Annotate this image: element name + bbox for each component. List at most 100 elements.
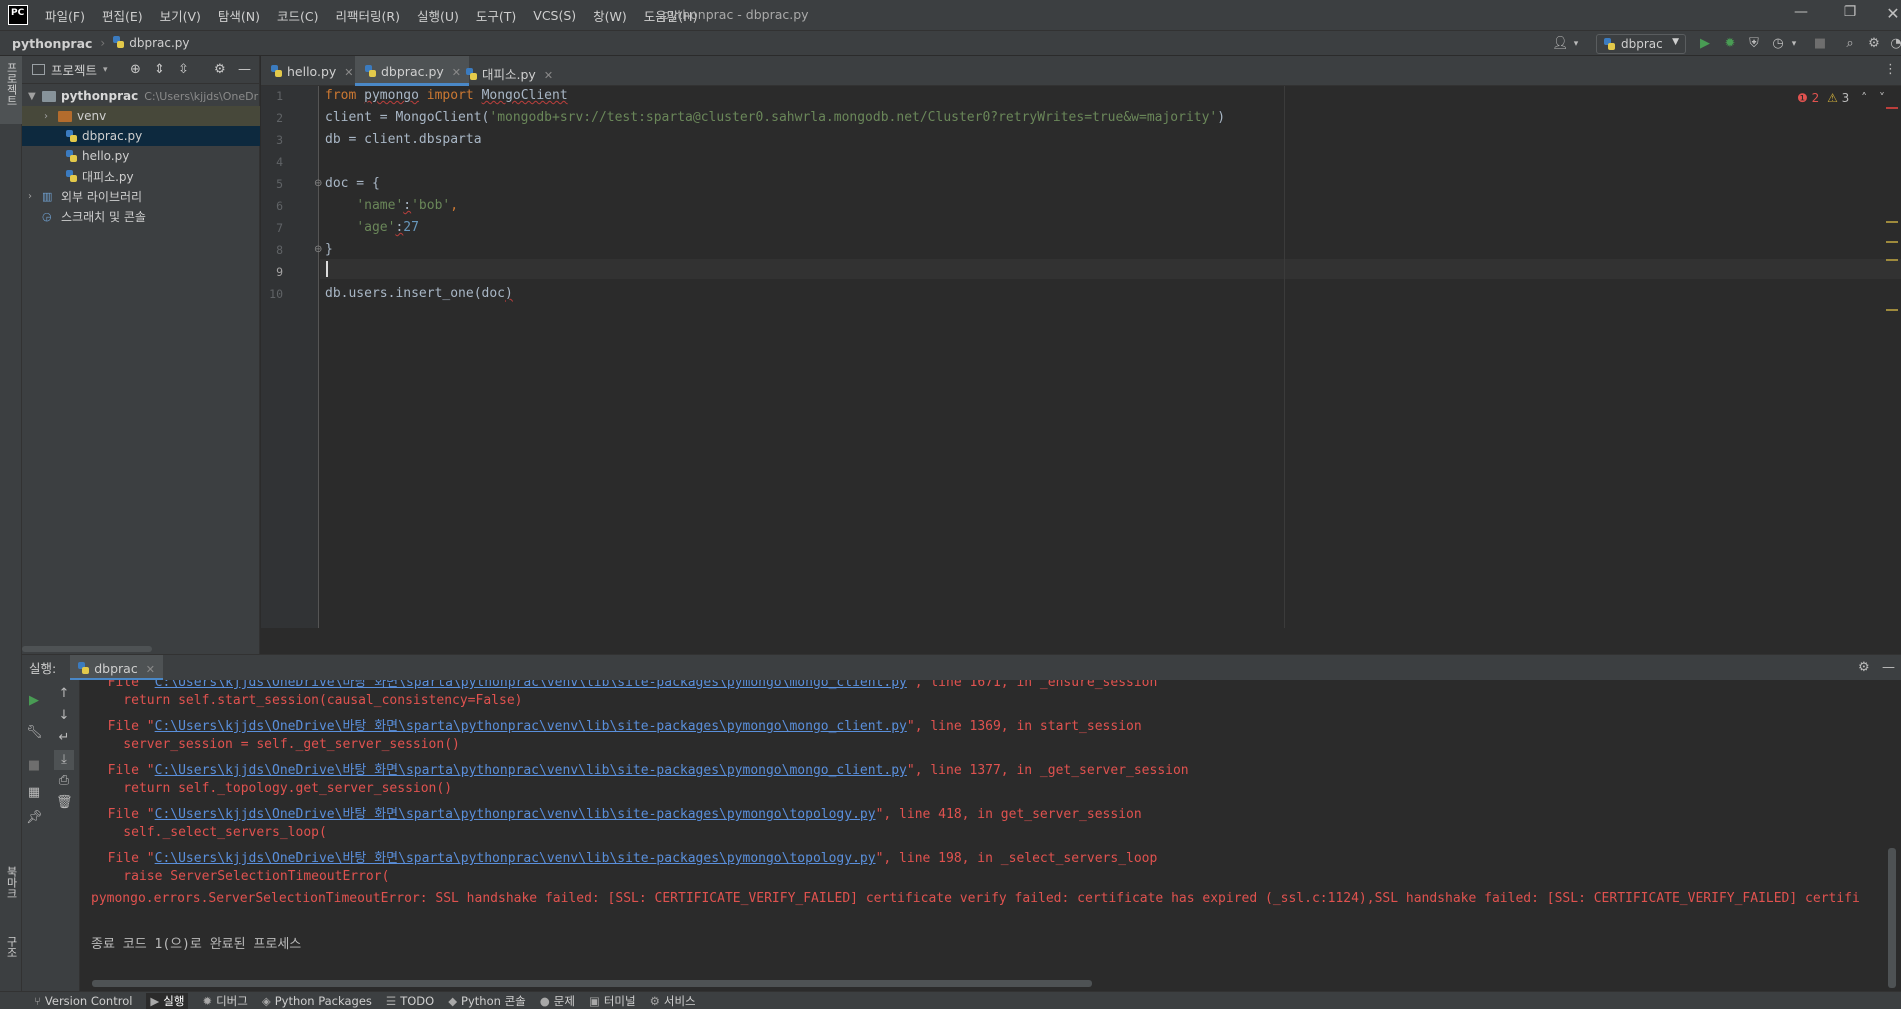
up-arrow-icon[interactable]: ↑ <box>56 686 72 702</box>
console-file-link[interactable]: C:\Users\kjjds\OneDrive\바탕 화면\sparta\pyt… <box>155 719 907 734</box>
chevron-right-icon[interactable]: › <box>44 111 58 122</box>
project-panel-title[interactable]: 프로젝트 <box>51 60 97 79</box>
error-stripe-marker[interactable] <box>1886 107 1898 109</box>
collapse-all-icon[interactable]: ⇳ <box>178 62 189 77</box>
vertical-scrollbar[interactable] <box>1888 848 1896 988</box>
menu-vcs[interactable]: VCS(S) <box>533 8 576 23</box>
chevron-down-icon[interactable]: ▼ <box>28 91 42 102</box>
more-run-dropdown-icon[interactable]: ▾ <box>1786 36 1802 52</box>
menu-code[interactable]: 코드(C) <box>277 6 318 25</box>
run-tab-label: dbprac <box>94 660 138 676</box>
minimize-icon[interactable]: — <box>1786 4 1816 26</box>
close-tab-icon[interactable]: ✕ <box>544 69 553 82</box>
more-tabs-icon[interactable]: ⋮ <box>1884 62 1897 77</box>
user-dropdown-icon[interactable]: ▾ <box>1568 36 1584 52</box>
menu-refactor[interactable]: 리팩터링(R) <box>336 6 400 25</box>
console-file-link[interactable]: C:\Users\kjjds\OneDrive\바탕 화면\sparta\pyt… <box>155 807 876 822</box>
menu-run[interactable]: 실행(U) <box>417 6 459 25</box>
stop-icon[interactable]: ■ <box>1812 36 1828 52</box>
tool-services[interactable]: ⚙ 서비스 <box>650 993 696 1009</box>
close-tab-icon[interactable]: ✕ <box>344 66 353 79</box>
print-icon[interactable]: ⎙ <box>56 773 72 789</box>
menu-window[interactable]: 창(W) <box>593 6 627 25</box>
next-highlight-icon[interactable]: ˅ <box>1879 91 1885 105</box>
tool-terminal[interactable]: ▣ 터미널 <box>589 993 636 1009</box>
menu-file[interactable]: 파일(F) <box>45 6 85 25</box>
close-window-icon[interactable]: ✕ <box>1878 4 1901 26</box>
run-tab-dbprac[interactable]: dbprac ✕ <box>70 654 163 681</box>
fold-marker-icon[interactable]: ⊖ <box>314 178 322 189</box>
wrench-icon[interactable]: 🔧︎ <box>26 725 43 741</box>
tree-item-external-libraries[interactable]: › ▥ 외부 라이브러리 <box>22 186 260 206</box>
coverage-icon[interactable]: ⛨ <box>1746 36 1762 52</box>
gear-icon[interactable]: ⚙ <box>1858 660 1870 675</box>
fold-marker-icon[interactable]: ⊖ <box>314 244 322 255</box>
tree-item-venv[interactable]: › venv <box>22 106 260 126</box>
breadcrumb-project[interactable]: pythonprac <box>12 36 92 51</box>
tool-python-console[interactable]: ◆ Python 콘솔 <box>448 993 526 1009</box>
tree-item-root[interactable]: ▼ pythonprac C:\Users\kjjds\OneDr <box>22 86 260 106</box>
tool-problems[interactable]: ● 문제 <box>540 993 575 1009</box>
python-config-icon <box>1604 38 1616 51</box>
gear-icon[interactable]: ⚙ <box>214 62 226 77</box>
warning-stripe-marker[interactable] <box>1886 241 1898 243</box>
structure-stripe-label[interactable]: 구조 <box>3 936 19 958</box>
warning-stripe-marker[interactable] <box>1886 309 1898 311</box>
bookmarks-stripe-label[interactable]: 북마크 <box>3 866 19 899</box>
project-stripe-button[interactable]: 프로젝트 <box>0 56 22 124</box>
tool-python-packages[interactable]: ◈ Python Packages <box>262 994 372 1008</box>
soft-wrap-icon[interactable]: ↵ <box>56 730 72 746</box>
console-file-link[interactable]: C:\Users\kjjds\OneDrive\바탕 화면\sparta\pyt… <box>155 680 907 690</box>
debug-icon[interactable]: ✹ <box>1722 36 1738 52</box>
horizontal-scrollbar[interactable] <box>22 646 152 652</box>
layout-icon[interactable]: ▦ <box>26 785 42 801</box>
token-string: 'name' <box>356 198 404 213</box>
hide-panel-icon[interactable]: — <box>238 62 251 77</box>
console-file-link[interactable]: C:\Users\kjjds\OneDrive\바탕 화면\sparta\pyt… <box>155 851 876 866</box>
pin-icon[interactable]: 📌︎ <box>26 810 43 826</box>
run-config-select[interactable]: dbprac ▼ <box>1596 34 1686 54</box>
tab-dbprac[interactable]: dbprac.py ✕ <box>355 56 469 86</box>
chevron-down-icon[interactable]: ▾ <box>103 65 108 75</box>
locate-icon[interactable]: ⊕ <box>130 62 141 77</box>
expand-all-icon[interactable]: ⇕ <box>154 62 165 77</box>
user-icon[interactable]: 👤︎ <box>1552 36 1569 52</box>
profile-icon[interactable]: ◷ <box>1770 36 1786 52</box>
restore-icon[interactable]: ❐ <box>1835 4 1865 26</box>
tool-debug[interactable]: ✹ 디버그 <box>202 993 247 1009</box>
menu-edit[interactable]: 편집(E) <box>102 6 143 25</box>
previous-highlight-icon[interactable]: ˄ <box>1861 91 1867 105</box>
tab-shelter[interactable]: 대피소.py ✕ <box>456 56 561 86</box>
down-arrow-icon[interactable]: ↓ <box>56 708 72 724</box>
run-icon[interactable]: ▶ <box>1697 36 1713 52</box>
breadcrumb-file[interactable]: dbprac.py <box>113 36 190 50</box>
hide-panel-icon[interactable]: — <box>1882 660 1895 675</box>
tree-item-dbprac[interactable]: dbprac.py <box>22 126 260 146</box>
chevron-right-icon[interactable]: › <box>28 191 42 202</box>
tool-run[interactable]: ▶ 실행 <box>146 992 189 1009</box>
warning-stripe-marker[interactable] <box>1886 259 1898 261</box>
update-icon[interactable]: ◔ <box>1888 36 1901 52</box>
menu-view[interactable]: 보기(V) <box>160 6 201 25</box>
settings-icon[interactable]: ⚙ <box>1866 36 1882 52</box>
horizontal-scrollbar[interactable] <box>92 980 1092 987</box>
tree-item-shelter[interactable]: 대피소.py <box>22 166 260 186</box>
warning-stripe-marker[interactable] <box>1886 221 1898 223</box>
scroll-to-end-icon[interactable]: ⤓ <box>54 750 74 770</box>
tool-version-control[interactable]: ⑂ Version Control <box>34 994 132 1008</box>
menu-tools[interactable]: 도구(T) <box>476 6 516 25</box>
code-editor[interactable]: 1 2 3 4 5 6 7 8 9 10 ⊖ ⊖ from pymongo im… <box>261 86 1901 654</box>
console-output[interactable]: File "C:\Users\kjjds\OneDrive\바탕 화면\spar… <box>80 680 1888 991</box>
rerun-icon[interactable]: ▶ <box>26 693 42 709</box>
close-tab-icon[interactable]: ✕ <box>146 663 155 676</box>
tree-item-scratches[interactable]: ◶ 스크래치 및 콘솔 <box>22 206 260 226</box>
console-file-link[interactable]: C:\Users\kjjds\OneDrive\바탕 화면\sparta\pyt… <box>155 763 907 778</box>
trash-icon[interactable]: 🗑︎ <box>56 795 73 811</box>
tab-hello[interactable]: hello.py ✕ <box>261 56 362 86</box>
tool-todo[interactable]: ☰ TODO <box>386 994 434 1008</box>
inspection-widget[interactable]: ❶ 2 ⚠ 3 ˄ ˅ <box>1797 91 1885 105</box>
stop-icon[interactable]: ■ <box>26 758 42 774</box>
menu-navigate[interactable]: 탐색(N) <box>218 6 260 25</box>
search-icon[interactable]: ⌕ <box>1842 36 1858 52</box>
tree-item-hello[interactable]: hello.py <box>22 146 260 166</box>
